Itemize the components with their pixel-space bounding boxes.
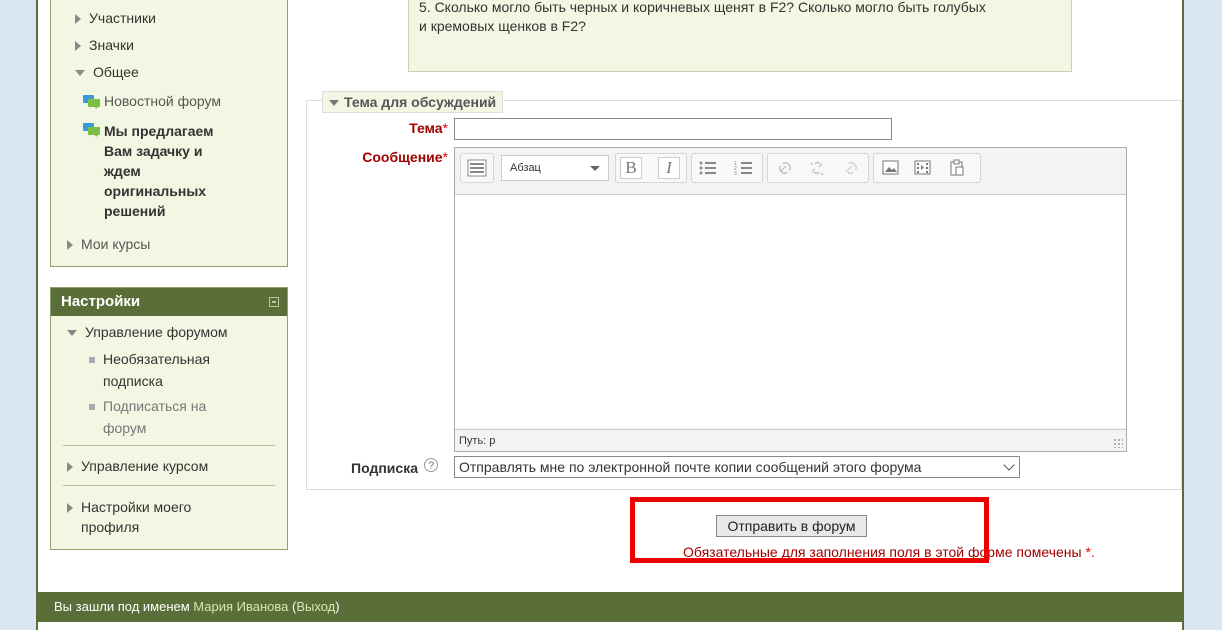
required-mark: * xyxy=(442,149,448,165)
expanded-arrow-icon xyxy=(67,330,77,337)
media-icon[interactable] xyxy=(914,159,932,177)
settings-item-profile[interactable]: Настройки моего профиля xyxy=(67,497,191,537)
subject-label-text: Тема xyxy=(409,120,443,136)
forum-icon xyxy=(83,95,100,109)
toolbar-group: B I xyxy=(615,153,687,183)
question-line: и кремовых щенков в F2? xyxy=(419,18,586,34)
help-icon[interactable]: ? xyxy=(424,458,438,472)
subscription-select[interactable]: Отправлять мне по электронной почте копи… xyxy=(454,456,1020,478)
nav-current-line: Вам задачку и xyxy=(104,143,203,159)
legend-label: Тема для обсуждений xyxy=(344,94,497,110)
message-editor: Абзац B I 1 2 3 Путь: p xyxy=(454,147,1127,452)
path-label: Путь: p xyxy=(459,435,496,447)
footer-bar: Вы зашли под именем Мария Иванова (Выход… xyxy=(38,592,1182,622)
svg-text:3: 3 xyxy=(734,171,737,177)
toolbar-group xyxy=(873,153,981,183)
collapsed-arrow-icon xyxy=(75,41,81,52)
navigation-block: Участники Значки Общее Новостной форум М… xyxy=(50,0,288,267)
question-box: 5. Сколько могло быть черных и коричневы… xyxy=(408,0,1072,72)
format-select-value: Абзац xyxy=(510,162,541,174)
italic-icon[interactable]: I xyxy=(658,157,680,179)
settings-item-label: профиля xyxy=(81,519,140,535)
nav-item-label: Общее xyxy=(93,64,139,80)
unlink-icon[interactable] xyxy=(808,159,826,177)
nav-item-label: Новостной форум xyxy=(104,93,222,109)
toolbar-toggle-icon[interactable] xyxy=(467,159,487,177)
nav-current-line: решений xyxy=(104,203,166,219)
nav-item-my-courses[interactable]: Мои курсы xyxy=(67,236,150,252)
format-select[interactable]: Абзац xyxy=(501,155,609,181)
logout-link[interactable]: Выход xyxy=(296,599,335,614)
settings-item-subscribe[interactable]: Подписаться на форум xyxy=(89,395,206,439)
message-textarea[interactable] xyxy=(455,195,1126,428)
subject-input[interactable] xyxy=(454,118,892,140)
fieldset-legend[interactable]: Тема для обсуждений xyxy=(322,91,504,113)
nav-item-badges[interactable]: Значки xyxy=(75,37,134,53)
bullet-list-icon[interactable] xyxy=(698,159,718,177)
settings-item-label: Необязательная xyxy=(103,351,211,367)
highlight-box xyxy=(630,497,989,563)
subscription-select-value: Отправлять мне по электронной почте копи… xyxy=(459,459,922,475)
settings-item-label: Подписаться на xyxy=(103,398,207,414)
nav-item-label: Мои курсы xyxy=(81,236,151,252)
required-star: *. xyxy=(1085,544,1095,560)
nav-item-news-forum[interactable]: Новостной форум xyxy=(83,93,221,109)
dropdown-arrow-icon xyxy=(590,166,600,171)
toolbar-group xyxy=(460,153,494,183)
divider xyxy=(63,445,275,446)
subscription-label: Подписка xyxy=(351,460,418,476)
collapsed-arrow-icon xyxy=(67,503,73,514)
link-icon[interactable] xyxy=(776,159,794,177)
nav-item-label: Значки xyxy=(89,37,134,53)
collapsed-arrow-icon xyxy=(67,462,73,473)
settings-item-forum-admin[interactable]: Управление форумом xyxy=(67,324,228,340)
nav-current-line: ждем xyxy=(104,163,141,179)
settings-item-label: Настройки моего xyxy=(81,499,192,515)
expanded-arrow-icon xyxy=(75,70,85,77)
numbered-list-icon[interactable]: 1 2 3 xyxy=(734,159,754,177)
image-icon[interactable] xyxy=(882,159,900,177)
settings-header: Настройки xyxy=(51,288,287,316)
chevron-down-icon xyxy=(1003,459,1015,471)
settings-item-label: форум xyxy=(103,420,147,436)
nav-current-line: Мы предлагаем xyxy=(104,123,214,139)
settings-item-label: Управление курсом xyxy=(81,458,209,474)
settings-title: Настройки xyxy=(61,293,141,310)
editor-toolbar: Абзац B I 1 2 3 xyxy=(455,148,1126,195)
page-container: Участники Значки Общее Новостной форум М… xyxy=(36,0,1184,630)
message-label: Сообщение* xyxy=(338,149,448,165)
editor-statusbar: Путь: p xyxy=(455,429,1126,451)
nav-item-general[interactable]: Общее xyxy=(75,64,139,80)
user-link[interactable]: Мария Иванова xyxy=(193,599,288,614)
resize-grip-icon[interactable] xyxy=(1113,438,1123,448)
message-label-text: Сообщение xyxy=(362,149,443,165)
nav-item-participants[interactable]: Участники xyxy=(75,10,156,26)
toolbar-group: 1 2 3 xyxy=(691,153,763,183)
settings-item-label: подписка xyxy=(103,373,163,389)
paste-icon[interactable] xyxy=(948,159,966,177)
question-line: 5. Сколько могло быть черных и коричневы… xyxy=(419,0,986,15)
nav-item-current-forum[interactable]: Мы предлагаем Вам задачку и ждем оригина… xyxy=(83,121,213,221)
toolbar-group xyxy=(767,153,869,183)
collapsed-arrow-icon xyxy=(75,14,81,25)
background-right xyxy=(1185,0,1222,630)
subject-label: Тема* xyxy=(394,120,448,136)
anchor-icon[interactable] xyxy=(842,159,860,177)
settings-block: Настройки Управление форумом Необязатель… xyxy=(50,287,288,550)
collapsed-arrow-icon xyxy=(67,240,73,251)
nav-item-label: Участники xyxy=(89,10,156,26)
settings-item-course-admin[interactable]: Управление курсом xyxy=(67,458,208,474)
divider xyxy=(63,485,275,486)
logged-in-label: Вы зашли под именем xyxy=(54,599,190,614)
nav-current-line: оригинальных xyxy=(104,183,207,199)
expanded-arrow-icon xyxy=(329,100,339,107)
bullet-icon xyxy=(89,357,95,364)
bullet-icon xyxy=(89,404,95,411)
required-mark: * xyxy=(442,120,448,136)
forum-icon xyxy=(83,123,100,137)
settings-item-label: Управление форумом xyxy=(85,324,228,340)
settings-item-optional-subscription[interactable]: Необязательная подписка xyxy=(89,348,210,392)
collapse-icon[interactable] xyxy=(269,297,279,307)
bold-icon[interactable]: B xyxy=(620,157,642,179)
